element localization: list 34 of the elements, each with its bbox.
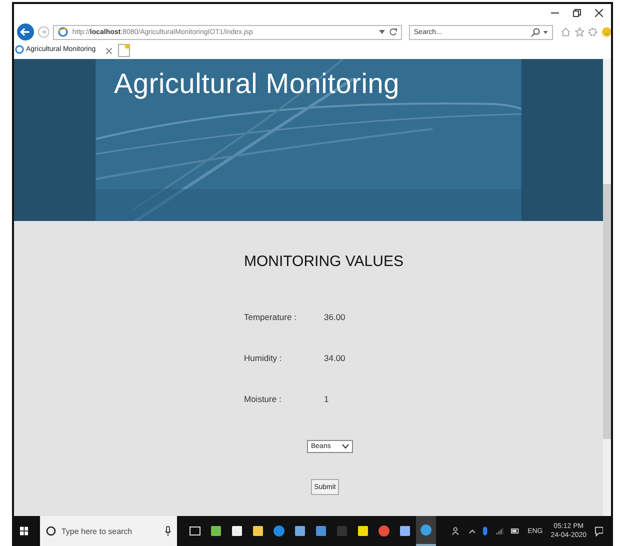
restore-icon[interactable]	[573, 9, 581, 17]
dropdown-icon[interactable]	[378, 30, 385, 34]
page-icon	[58, 27, 68, 37]
reading-label: Moisture :	[244, 394, 282, 404]
search-icon[interactable]	[531, 28, 540, 36]
start-icon[interactable]	[20, 526, 28, 536]
network-icon[interactable]	[496, 527, 504, 535]
notification-icon[interactable]	[594, 526, 603, 536]
caret-icon	[342, 444, 349, 449]
smiley-icon[interactable]	[602, 27, 611, 37]
star-icon[interactable]	[574, 27, 584, 37]
reading-label: Temperature :	[244, 312, 298, 322]
bluetooth-icon[interactable]	[483, 526, 488, 536]
microphone-icon[interactable]	[165, 526, 172, 536]
reading-value: 36.00	[324, 312, 346, 322]
section-heading: MONITORING VALUES	[244, 253, 404, 270]
reading-value: 1	[324, 394, 329, 404]
taskbar-search-field[interactable]: Type here to search	[40, 516, 178, 546]
refresh-icon[interactable]	[388, 28, 397, 36]
page-icon	[15, 45, 24, 54]
battery-icon[interactable]	[511, 528, 520, 534]
dropdown-icon[interactable]	[543, 30, 548, 34]
reading-value: 34.00	[324, 353, 346, 363]
people-icon[interactable]	[452, 526, 461, 536]
search-icon	[46, 526, 56, 536]
site-title: Agricultural Monitoring	[113, 67, 400, 100]
close-icon[interactable]	[595, 9, 603, 17]
scrollbar[interactable]	[603, 59, 611, 516]
reading-label: Humidity :	[244, 353, 283, 363]
chevron-up-icon[interactable]	[468, 528, 476, 534]
taskbar-app-icon[interactable]	[416, 516, 436, 546]
back-icon[interactable]	[17, 23, 34, 41]
minimize-icon[interactable]	[551, 12, 559, 14]
tab-close-icon[interactable]	[106, 48, 112, 54]
